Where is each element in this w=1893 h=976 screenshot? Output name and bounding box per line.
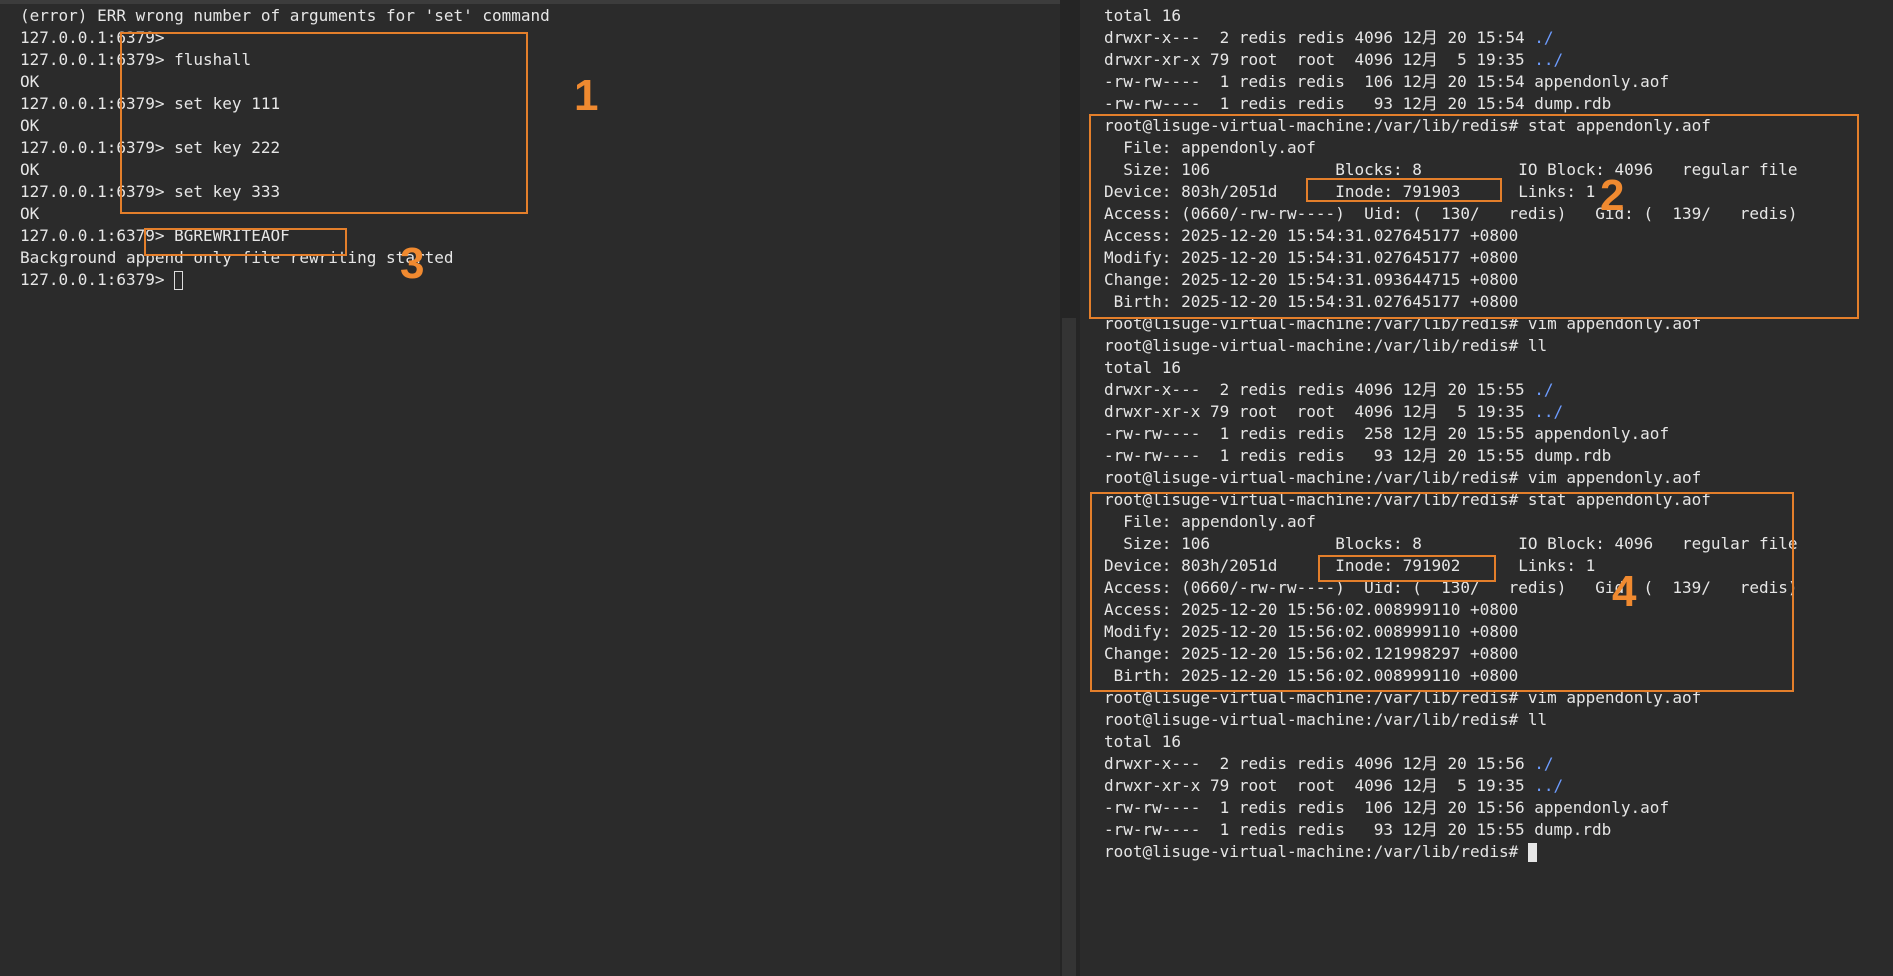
terminal-line: root@lisuge-virtual-machine:/var/lib/red…	[1104, 116, 1711, 135]
terminal-line: drwxr-x--- 2 redis redis 4096 12月 20 15:…	[1104, 380, 1554, 399]
annotation-label-4: 4	[1612, 567, 1637, 616]
terminal-line: total 16	[1104, 358, 1182, 377]
terminal-line: 127.0.0.1:6379>	[20, 28, 165, 47]
terminal-line: -rw-rw---- 1 redis redis 106 12月 20 15:5…	[1104, 798, 1670, 817]
terminal-line: total 16	[1104, 6, 1182, 25]
directory-name: ../	[1534, 402, 1564, 421]
terminal-line: Size: 106 Blocks: 8 IO Block: 4096 regul…	[1104, 534, 1798, 553]
terminal-line: root@lisuge-virtual-machine:/var/lib/red…	[1104, 710, 1548, 729]
terminal-line: drwxr-x--- 2 redis redis 4096 12月 20 15:…	[1104, 28, 1554, 47]
left-terminal-output: (error) ERR wrong number of arguments fo…	[20, 5, 550, 291]
terminal-line: Birth: 2025-12-20 15:56:02.008999110 +08…	[1104, 666, 1519, 685]
terminal-line: Access: 2025-12-20 15:56:02.008999110 +0…	[1104, 600, 1519, 619]
left-terminal-pane[interactable]: (error) ERR wrong number of arguments fo…	[0, 0, 1060, 976]
directory-name: ../	[1534, 776, 1564, 795]
terminal-line: drwxr-x--- 2 redis redis 4096 12月 20 15:…	[1104, 754, 1554, 773]
directory-name: ./	[1534, 380, 1554, 399]
terminal-prompt-line[interactable]: 127.0.0.1:6379>	[20, 269, 550, 291]
terminal-line: Change: 2025-12-20 15:56:02.121998297 +0…	[1104, 644, 1519, 663]
right-terminal-output: total 16 drwxr-x--- 2 redis redis 4096 1…	[1104, 5, 1798, 863]
terminal-line: total 16	[1104, 732, 1182, 751]
terminal-line: 127.0.0.1:6379> set key 333	[20, 182, 281, 201]
terminal-prompt-line[interactable]: root@lisuge-virtual-machine:/var/lib/red…	[1104, 841, 1798, 863]
terminal-line: drwxr-xr-x 79 root root 4096 12月 5 19:35…	[1104, 50, 1564, 69]
terminal-line: -rw-rw---- 1 redis redis 258 12月 20 15:5…	[1104, 424, 1670, 443]
terminal-line: 127.0.0.1:6379> set key 111	[20, 94, 281, 113]
terminal-line: Access: (0660/-rw-rw----) Uid: ( 130/ re…	[1104, 578, 1798, 597]
terminal-line: Background append only file rewriting st…	[20, 248, 454, 267]
terminal-line: (error) ERR wrong number of arguments fo…	[20, 6, 550, 25]
terminal-line: root@lisuge-virtual-machine:/var/lib/red…	[1104, 468, 1702, 487]
terminal-line: root@lisuge-virtual-machine:/var/lib/red…	[1104, 688, 1702, 707]
terminal-line: Device: 803h/2051d Inode: 791903 Links: …	[1104, 182, 1596, 201]
terminal-line: Modify: 2025-12-20 15:54:31.027645177 +0…	[1104, 248, 1519, 267]
terminal-line: Change: 2025-12-20 15:54:31.093644715 +0…	[1104, 270, 1519, 289]
text-cursor-icon	[1527, 843, 1537, 862]
terminal-line: root@lisuge-virtual-machine:/var/lib/red…	[1104, 336, 1548, 355]
terminal-line: File: appendonly.aof	[1104, 512, 1316, 531]
terminal-line: root@lisuge-virtual-machine:/var/lib/red…	[1104, 490, 1711, 509]
text-cursor-icon	[174, 271, 184, 290]
terminal-line: -rw-rw---- 1 redis redis 106 12月 20 15:5…	[1104, 72, 1670, 91]
annotation-label-2: 2	[1600, 171, 1625, 220]
terminal-line: root@lisuge-virtual-machine:/var/lib/red…	[1104, 314, 1702, 333]
terminal-line: Access: 2025-12-20 15:54:31.027645177 +0…	[1104, 226, 1519, 245]
terminal-line: Modify: 2025-12-20 15:56:02.008999110 +0…	[1104, 622, 1519, 641]
right-terminal-pane[interactable]: total 16 drwxr-x--- 2 redis redis 4096 1…	[1080, 0, 1893, 976]
annotation-label-3: 3	[400, 239, 425, 288]
terminal-line: 127.0.0.1:6379> set key 222	[20, 138, 281, 157]
terminal-line: -rw-rw---- 1 redis redis 93 12月 20 15:55…	[1104, 446, 1612, 465]
terminal-prompt: root@lisuge-virtual-machine:/var/lib/red…	[1104, 842, 1528, 861]
terminal-line: Birth: 2025-12-20 15:54:31.027645177 +08…	[1104, 292, 1519, 311]
terminal-line: drwxr-xr-x 79 root root 4096 12月 5 19:35…	[1104, 776, 1564, 795]
terminal-line: OK	[20, 116, 40, 135]
terminal-line: 127.0.0.1:6379> BGREWRITEAOF	[20, 226, 290, 245]
terminal-line: 127.0.0.1:6379> flushall	[20, 50, 252, 69]
directory-name: ./	[1534, 28, 1554, 47]
terminal-line: OK	[20, 160, 40, 179]
terminal-prompt: 127.0.0.1:6379>	[20, 270, 175, 289]
terminal-line: Access: (0660/-rw-rw----) Uid: ( 130/ re…	[1104, 204, 1798, 223]
terminal-line: -rw-rw---- 1 redis redis 93 12月 20 15:55…	[1104, 820, 1612, 839]
terminal-line: Device: 803h/2051d Inode: 791902 Links: …	[1104, 556, 1596, 575]
directory-name: ../	[1534, 50, 1564, 69]
left-pane-scrollbar[interactable]	[1062, 318, 1076, 976]
terminal-line: OK	[20, 72, 40, 91]
terminal-line: drwxr-xr-x 79 root root 4096 12月 5 19:35…	[1104, 402, 1564, 421]
terminal-line: Size: 106 Blocks: 8 IO Block: 4096 regul…	[1104, 160, 1798, 179]
terminal-top-border	[0, 0, 1060, 4]
directory-name: ./	[1534, 754, 1554, 773]
annotation-label-1: 1	[574, 71, 599, 120]
terminal-line: -rw-rw---- 1 redis redis 93 12月 20 15:54…	[1104, 94, 1612, 113]
terminal-line: File: appendonly.aof	[1104, 138, 1316, 157]
terminal-line: OK	[20, 204, 40, 223]
